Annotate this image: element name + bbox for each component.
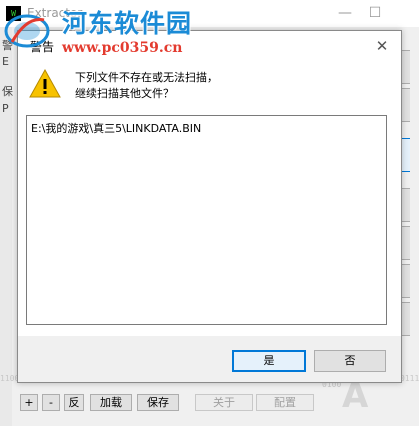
add-button[interactable]: + <box>20 394 38 411</box>
watermark-url: www.pc0359.cn <box>62 40 183 56</box>
warning-icon <box>29 69 61 98</box>
missing-files-list[interactable]: E:\我的游戏\真三5\LINKDATA.BIN <box>26 115 387 325</box>
close-icon[interactable]: ✕ <box>369 35 395 57</box>
minimize-icon[interactable]: — <box>330 2 360 24</box>
background-left-edge: 警 E 保 P <box>0 27 13 426</box>
dialog-message-line2: 继续扫描其他文件？ <box>75 87 174 100</box>
invert-button[interactable]: 反 <box>64 394 84 411</box>
no-button[interactable]: 否 <box>314 350 386 372</box>
config-button[interactable]: 配置 <box>256 394 314 411</box>
remove-button[interactable]: - <box>42 394 60 411</box>
bg-binary-text: 0111 <box>400 374 419 383</box>
bg-left-glyph: P <box>2 102 9 115</box>
dialog-footer: 是 否 <box>18 336 401 382</box>
watermark-site-name: 河东软件园 <box>62 9 193 38</box>
list-item[interactable]: E:\我的游戏\真三5\LINKDATA.BIN <box>31 120 201 136</box>
yes-button[interactable]: 是 <box>232 350 306 372</box>
load-button[interactable]: 加载 <box>90 394 132 411</box>
save-button[interactable]: 保存 <box>137 394 179 411</box>
watermark-logo <box>4 14 50 48</box>
about-button[interactable]: 关于 <box>195 394 253 411</box>
dialog-message-line1: 下列文件不存在或无法扫描， <box>75 71 218 84</box>
bg-left-glyph: 保 <box>2 85 13 98</box>
warning-dialog: 警告 ✕ 下列文件不存在或无法扫描， 继续扫描其他文件？ E:\我的游戏\真三5… <box>17 30 402 383</box>
maximize-icon[interactable]: ☐ <box>360 2 390 24</box>
bg-left-glyph: E <box>2 55 9 68</box>
